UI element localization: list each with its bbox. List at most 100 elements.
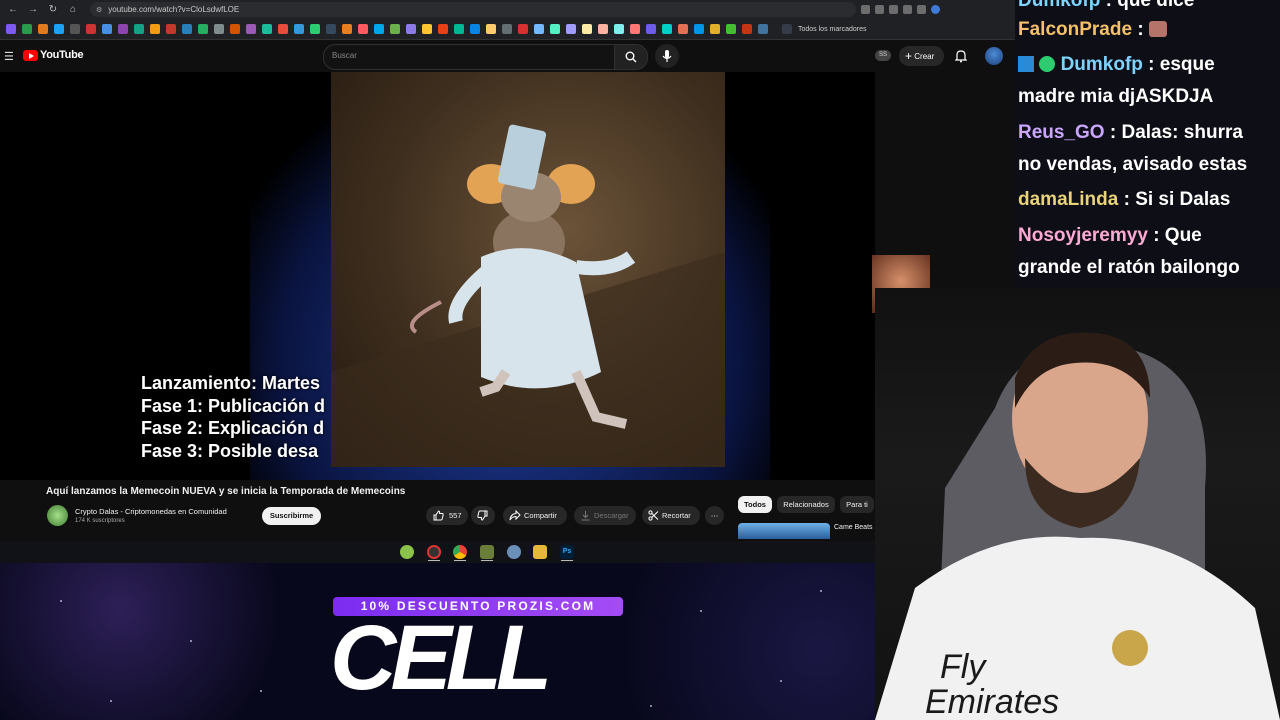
video-player[interactable]: Lanzamiento: Martes Fase 1: Publicación … [0, 72, 875, 480]
file-explorer-icon[interactable] [533, 545, 547, 559]
create-button[interactable]: + Crear [899, 46, 944, 66]
bookmark-icon[interactable] [566, 24, 576, 34]
bookmark-icon[interactable] [310, 24, 320, 34]
extension-icon[interactable] [875, 5, 884, 14]
suggested-video-title[interactable]: Came Beats [834, 524, 873, 532]
channel-name[interactable]: Crypto Dalas - Criptomonedas en Comunida… [75, 507, 227, 516]
bookmark-icon[interactable] [438, 24, 448, 34]
home-icon[interactable]: ⌂ [66, 3, 80, 17]
bookmark-icon[interactable] [102, 24, 112, 34]
bookmark-icon[interactable] [166, 24, 176, 34]
menu-icon[interactable]: ☰ [4, 50, 14, 63]
share-button[interactable]: Compartir [503, 506, 567, 525]
all-bookmarks-label[interactable]: Todos los marcadores [798, 26, 866, 33]
bookmark-icon[interactable] [582, 24, 592, 34]
bookmark-icon[interactable] [54, 24, 64, 34]
bookmark-icon[interactable] [630, 24, 640, 34]
profile-icon[interactable] [931, 5, 940, 14]
bookmark-icon[interactable] [326, 24, 336, 34]
chip-related[interactable]: Relacionados [777, 496, 835, 513]
extension-icon[interactable] [861, 5, 870, 14]
extension-icon[interactable] [889, 5, 898, 14]
android-app-icon[interactable] [400, 545, 414, 559]
back-icon[interactable]: ← [6, 3, 20, 17]
download-button[interactable]: Descargar [574, 506, 636, 525]
bookmark-icon[interactable] [678, 24, 688, 34]
bookmark-icon[interactable] [150, 24, 160, 34]
voice-search-button[interactable] [655, 44, 679, 68]
account-avatar[interactable] [985, 47, 1003, 65]
bookmark-icon[interactable] [662, 24, 672, 34]
channel-avatar[interactable] [47, 505, 68, 526]
like-count: 557 [449, 511, 462, 520]
forward-icon[interactable]: → [26, 3, 40, 17]
more-actions-icon[interactable]: ⋯ [705, 506, 724, 525]
youtube-logo-text[interactable]: YouTube [40, 49, 84, 61]
dislike-button[interactable] [471, 506, 495, 525]
photoshop-icon[interactable]: Ps [560, 545, 574, 559]
bookmark-icon[interactable] [214, 24, 224, 34]
bookmark-icon[interactable] [182, 24, 192, 34]
suggested-video-thumbnail[interactable] [738, 523, 830, 539]
bookmark-icon[interactable] [470, 24, 480, 34]
search-button[interactable] [614, 44, 648, 70]
chrome-icon[interactable] [453, 545, 467, 559]
bookmark-icon[interactable] [118, 24, 128, 34]
search-input[interactable]: Buscar [323, 44, 615, 70]
url-field[interactable]: ⚙ youtube.com/watch?v=CloLsdwfLOE [90, 2, 856, 17]
bookmark-icon[interactable] [518, 24, 528, 34]
bookmark-icon[interactable] [534, 24, 544, 34]
bookmark-icon[interactable] [230, 24, 240, 34]
site-info-icon[interactable]: ⚙ [96, 6, 102, 14]
taskbar-active-indicator [481, 560, 493, 561]
bookmark-icon[interactable] [342, 24, 352, 34]
bookmark-icon[interactable] [598, 24, 608, 34]
bookmark-icon[interactable] [726, 24, 736, 34]
bookmark-icon[interactable] [646, 24, 656, 34]
bookmark-icon[interactable] [198, 24, 208, 34]
bookmark-icon[interactable] [614, 24, 624, 34]
folder-icon[interactable] [782, 24, 792, 34]
notifications-bell-icon[interactable] [955, 49, 967, 63]
network-app-icon[interactable] [507, 545, 521, 559]
bookmark-icon[interactable] [294, 24, 304, 34]
bookmark-icon[interactable] [550, 24, 560, 34]
bookmark-icon[interactable] [406, 24, 416, 34]
bookmark-icon[interactable] [742, 24, 752, 34]
bookmark-icon[interactable] [454, 24, 464, 34]
reload-icon[interactable]: ↻ [46, 3, 60, 17]
bookmark-icon[interactable] [486, 24, 496, 34]
subscribe-button[interactable]: Suscribirme [262, 507, 321, 525]
bookmark-icon[interactable] [502, 24, 512, 34]
screen-recorder-icon[interactable] [427, 545, 441, 559]
clip-button[interactable]: Recortar [642, 506, 700, 525]
extension-icon[interactable] [917, 5, 926, 14]
chat-username: FalconPrade [1018, 19, 1133, 40]
bookmark-icon[interactable] [22, 24, 32, 34]
game-app-icon[interactable] [480, 545, 494, 559]
bookmark-icon[interactable] [374, 24, 384, 34]
stream-chat: Dumkofp : que dice FalconPrade : Dumkofp… [1015, 0, 1280, 288]
chip-all[interactable]: Todos [738, 496, 772, 513]
chat-username: Nosoyjeremyy [1018, 225, 1148, 246]
bookmark-icon[interactable] [358, 24, 368, 34]
bookmark-icon[interactable] [262, 24, 272, 34]
bookmark-icon[interactable] [710, 24, 720, 34]
bookmark-icon[interactable] [86, 24, 96, 34]
chip-for-you[interactable]: Para ti [840, 496, 874, 513]
bookmark-icon[interactable] [694, 24, 704, 34]
bookmark-icon[interactable] [38, 24, 48, 34]
bookmark-icon[interactable] [422, 24, 432, 34]
bookmark-icon[interactable] [246, 24, 256, 34]
bookmark-icon[interactable] [70, 24, 80, 34]
like-button[interactable]: 557 [426, 506, 468, 525]
bookmark-icon[interactable] [758, 24, 768, 34]
youtube-logo-icon[interactable] [23, 50, 38, 61]
bookmark-icon[interactable] [278, 24, 288, 34]
bookmark-icon[interactable] [6, 24, 16, 34]
bookmark-icon[interactable] [134, 24, 144, 34]
thumbs-up-icon [433, 510, 444, 521]
extension-icon[interactable] [903, 5, 912, 14]
bookmark-icon[interactable] [390, 24, 400, 34]
ss-badge[interactable]: SS [875, 50, 891, 61]
